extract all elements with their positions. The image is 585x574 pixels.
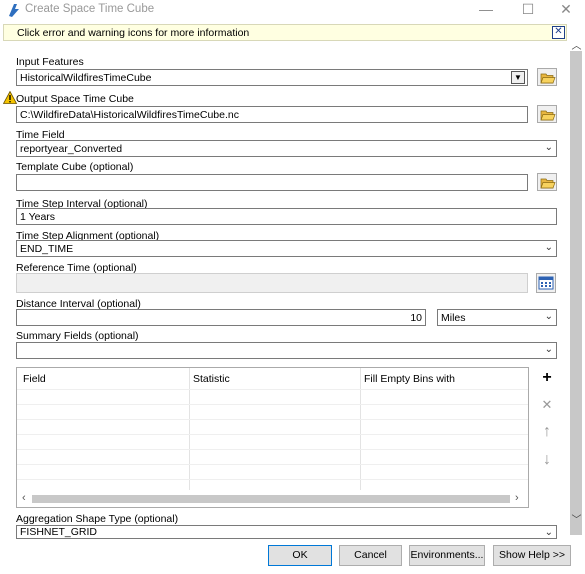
arrow-up-icon: ↑	[543, 423, 551, 440]
row-divider	[17, 389, 528, 390]
time-step-interval-input[interactable]: 1 Years	[16, 208, 557, 225]
calendar-icon	[538, 276, 554, 290]
row-divider	[17, 449, 528, 450]
template-cube-input[interactable]	[16, 174, 528, 191]
template-cube-label: Template Cube (optional)	[16, 161, 134, 173]
environments-button[interactable]: Environments...	[409, 545, 485, 566]
info-message: Click error and warning icons for more i…	[17, 27, 250, 39]
aggregation-shape-value: FISHNET_GRID	[20, 526, 98, 538]
column-divider	[189, 368, 190, 490]
folder-open-icon	[540, 110, 556, 121]
summary-fields-select[interactable]: ⌄	[16, 342, 557, 359]
move-up-button[interactable]: ↑	[537, 422, 557, 442]
app-icon	[9, 4, 19, 17]
summary-fields-label: Summary Fields (optional)	[16, 330, 139, 342]
scroll-thumb[interactable]	[570, 51, 582, 535]
time-step-interval-value: 1 Years	[20, 211, 56, 223]
plus-icon: +	[542, 369, 552, 386]
add-row-button[interactable]: +	[537, 368, 557, 388]
reference-time-calendar-button[interactable]	[536, 273, 556, 293]
reference-time-input[interactable]	[16, 273, 528, 293]
chevron-down-icon: ⌄	[544, 527, 553, 538]
show-help-button[interactable]: Show Help >>	[493, 545, 571, 566]
input-features-dropdown-icon[interactable]: ▼	[511, 71, 525, 84]
folder-open-icon	[540, 73, 556, 84]
cancel-button[interactable]: Cancel	[339, 545, 402, 566]
scroll-down-icon[interactable]: ﹀	[568, 511, 585, 526]
vertical-scrollbar[interactable]: ︿ ﹀	[568, 33, 585, 535]
info-bar: Click error and warning icons for more i…	[3, 24, 567, 41]
output-cube-label: Output Space Time Cube	[16, 93, 134, 105]
chevron-down-icon: ⌄	[544, 242, 553, 253]
horizontal-scroll-thumb[interactable]	[32, 495, 510, 503]
column-divider	[360, 368, 361, 490]
warning-icon[interactable]	[3, 91, 17, 104]
remove-icon: ✕	[541, 397, 553, 412]
chevron-down-icon: ⌄	[544, 344, 553, 355]
close-button[interactable]: ✕	[548, 0, 584, 20]
distance-interval-input[interactable]: 10	[16, 309, 426, 326]
input-features-browse-button[interactable]	[537, 68, 557, 86]
row-divider	[17, 434, 528, 435]
maximize-button[interactable]: ☐	[505, 0, 551, 20]
time-field-select[interactable]: reportyear_Converted ⌄	[16, 140, 557, 157]
time-step-alignment-value: END_TIME	[20, 243, 74, 255]
summary-fields-table[interactable]: Field Statistic Fill Empty Bins with ‹ ›	[16, 367, 529, 508]
aggregation-shape-select[interactable]: FISHNET_GRID ⌄	[16, 525, 557, 539]
scroll-left-icon[interactable]: ‹	[22, 492, 26, 504]
template-cube-browse-button[interactable]	[537, 173, 557, 191]
distance-unit-select[interactable]: Miles ⌄	[437, 309, 557, 326]
distance-interval-value: 10	[410, 312, 422, 324]
arrow-down-icon: ↓	[543, 451, 551, 468]
row-divider	[17, 404, 528, 405]
move-down-button[interactable]: ↓	[537, 450, 557, 470]
minimize-button[interactable]: —	[463, 0, 509, 20]
output-cube-value: C:\WildfireData\HistoricalWildfiresTimeC…	[20, 109, 239, 121]
chevron-down-icon: ⌄	[544, 311, 553, 322]
chevron-down-icon: ⌄	[544, 142, 553, 153]
folder-open-icon	[540, 178, 556, 189]
title-bar: Create Space Time Cube — ☐ ✕	[0, 0, 585, 22]
scroll-up-icon[interactable]: ︿	[568, 37, 585, 52]
scroll-right-icon[interactable]: ›	[515, 492, 519, 504]
column-header-fill-empty-bins[interactable]: Fill Empty Bins with	[364, 373, 455, 385]
time-field-value: reportyear_Converted	[20, 143, 123, 155]
input-features-label: Input Features	[16, 56, 84, 68]
window-title: Create Space Time Cube	[25, 3, 155, 15]
distance-unit-value: Miles	[441, 312, 466, 324]
row-divider	[17, 464, 528, 465]
output-cube-input[interactable]: C:\WildfireData\HistoricalWildfiresTimeC…	[16, 106, 528, 123]
ok-button[interactable]: OK	[268, 545, 332, 566]
row-divider	[17, 419, 528, 420]
horizontal-scrollbar[interactable]: ‹ ›	[17, 491, 528, 507]
remove-row-button[interactable]: ✕	[537, 395, 557, 415]
aggregation-shape-label: Aggregation Shape Type (optional)	[16, 513, 179, 525]
column-header-field[interactable]: Field	[23, 373, 46, 385]
info-close-button[interactable]: ✕	[552, 26, 565, 39]
column-header-statistic[interactable]: Statistic	[193, 373, 230, 385]
time-step-alignment-select[interactable]: END_TIME ⌄	[16, 240, 557, 257]
output-cube-browse-button[interactable]	[537, 105, 557, 123]
input-features-combo[interactable]: HistoricalWildfiresTimeCube	[16, 69, 528, 86]
row-divider	[17, 479, 528, 480]
input-features-value: HistoricalWildfiresTimeCube	[20, 72, 152, 84]
